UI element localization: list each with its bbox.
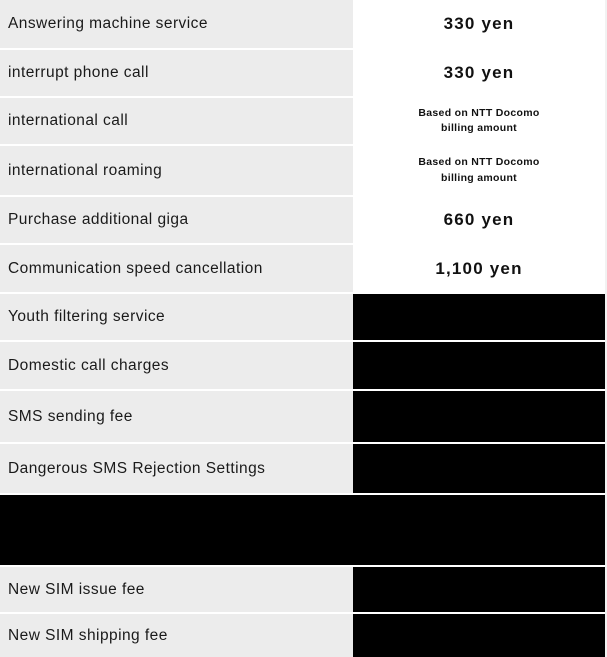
row-label-cell: New SIM shipping fee xyxy=(0,612,353,657)
row-value-line-1: Based on NTT Docomo xyxy=(418,156,540,169)
table-row: Domestic call charges xyxy=(0,340,607,390)
row-label: interrupt phone call xyxy=(8,64,149,82)
row-value-cell-redacted xyxy=(353,442,607,494)
table-row: SMS sending fee xyxy=(0,389,607,443)
row-value-cell: 660 yen xyxy=(353,195,607,244)
row-value-cell-redacted xyxy=(353,389,607,443)
row-label-cell: Youth filtering service xyxy=(0,292,353,341)
row-value: 1,100 yen xyxy=(435,258,523,278)
row-label-cell: Dangerous SMS Rejection Settings xyxy=(0,442,353,494)
row-label-cell: SMS sending fee xyxy=(0,389,353,443)
row-value-cell: Based on NTT Docomo billing amount xyxy=(353,96,607,145)
row-label: Answering machine service xyxy=(8,15,208,33)
row-value-line-2: billing amount xyxy=(441,122,517,134)
row-label: international call xyxy=(8,112,129,130)
row-value-cell-redacted xyxy=(353,612,607,657)
fee-table-container: Answering machine service 330 yen interrup… xyxy=(0,0,607,657)
table-row: New SIM shipping fee xyxy=(0,612,607,657)
row-label-cell: Purchase additional giga xyxy=(0,195,353,244)
row-value-line-2: billing amount xyxy=(441,171,517,184)
row-value-line-1: Based on NTT Docomo xyxy=(418,106,540,119)
row-label-cell: Answering machine service xyxy=(0,0,353,49)
table-row: Dangerous SMS Rejection Settings xyxy=(0,442,607,494)
row-label-cell xyxy=(0,493,353,566)
row-label: Purchase additional giga xyxy=(8,211,189,229)
row-value-cell: 330 yen xyxy=(353,48,607,97)
row-value: 330 yen xyxy=(443,63,515,82)
row-label-cell: international roaming xyxy=(0,144,353,196)
row-value: 330 yen xyxy=(443,14,515,33)
row-label: Youth filtering service xyxy=(8,308,166,326)
row-label: Domestic call charges xyxy=(8,356,170,374)
row-value-cell-redacted xyxy=(353,565,607,613)
row-label-cell: New SIM issue fee xyxy=(0,565,353,613)
table-row: Communication speed cancellation 1,100 ye… xyxy=(0,243,607,293)
row-value-cell: 330 yen xyxy=(353,0,607,49)
row-label-cell: Domestic call charges xyxy=(0,340,353,390)
table-row: international call Based on NTT Docomo bil… xyxy=(0,96,607,145)
row-value: 660 yen xyxy=(443,210,515,229)
table-body: Answering machine service 330 yen interrup… xyxy=(0,0,607,657)
row-label: Communication speed cancellation xyxy=(8,259,263,277)
row-label-cell: international call xyxy=(0,96,353,145)
option-fee-table: Answering machine service 330 yen interrup… xyxy=(0,0,607,657)
row-label: Dangerous SMS Rejection Settings xyxy=(8,459,266,477)
table-row: Purchase additional giga 660 yen xyxy=(0,195,607,244)
row-label-cell: Communication speed cancellation xyxy=(0,243,353,293)
row-label: SMS sending fee xyxy=(8,407,133,425)
row-value-cell: 1,100 yen xyxy=(353,243,607,293)
row-label: New SIM shipping fee xyxy=(8,626,168,644)
row-label: international roaming xyxy=(8,161,163,179)
row-label: New SIM issue fee xyxy=(8,580,145,598)
row-value-cell: Based on NTT Docomo billing amount xyxy=(353,144,607,196)
table-row: New SIM issue fee xyxy=(0,565,607,613)
row-label-cell: interrupt phone call xyxy=(0,48,353,97)
row-value-cell-redacted xyxy=(353,292,607,341)
table-row: Youth filtering service xyxy=(0,292,607,341)
table-row: Answering machine service 330 yen xyxy=(0,0,607,49)
table-row: interrupt phone call 330 yen xyxy=(0,48,607,97)
table-row xyxy=(0,493,607,566)
row-value-cell-redacted xyxy=(353,340,607,390)
row-value-cell-redacted xyxy=(353,493,607,566)
table-row: international roaming Based on NTT Docomo… xyxy=(0,144,607,196)
